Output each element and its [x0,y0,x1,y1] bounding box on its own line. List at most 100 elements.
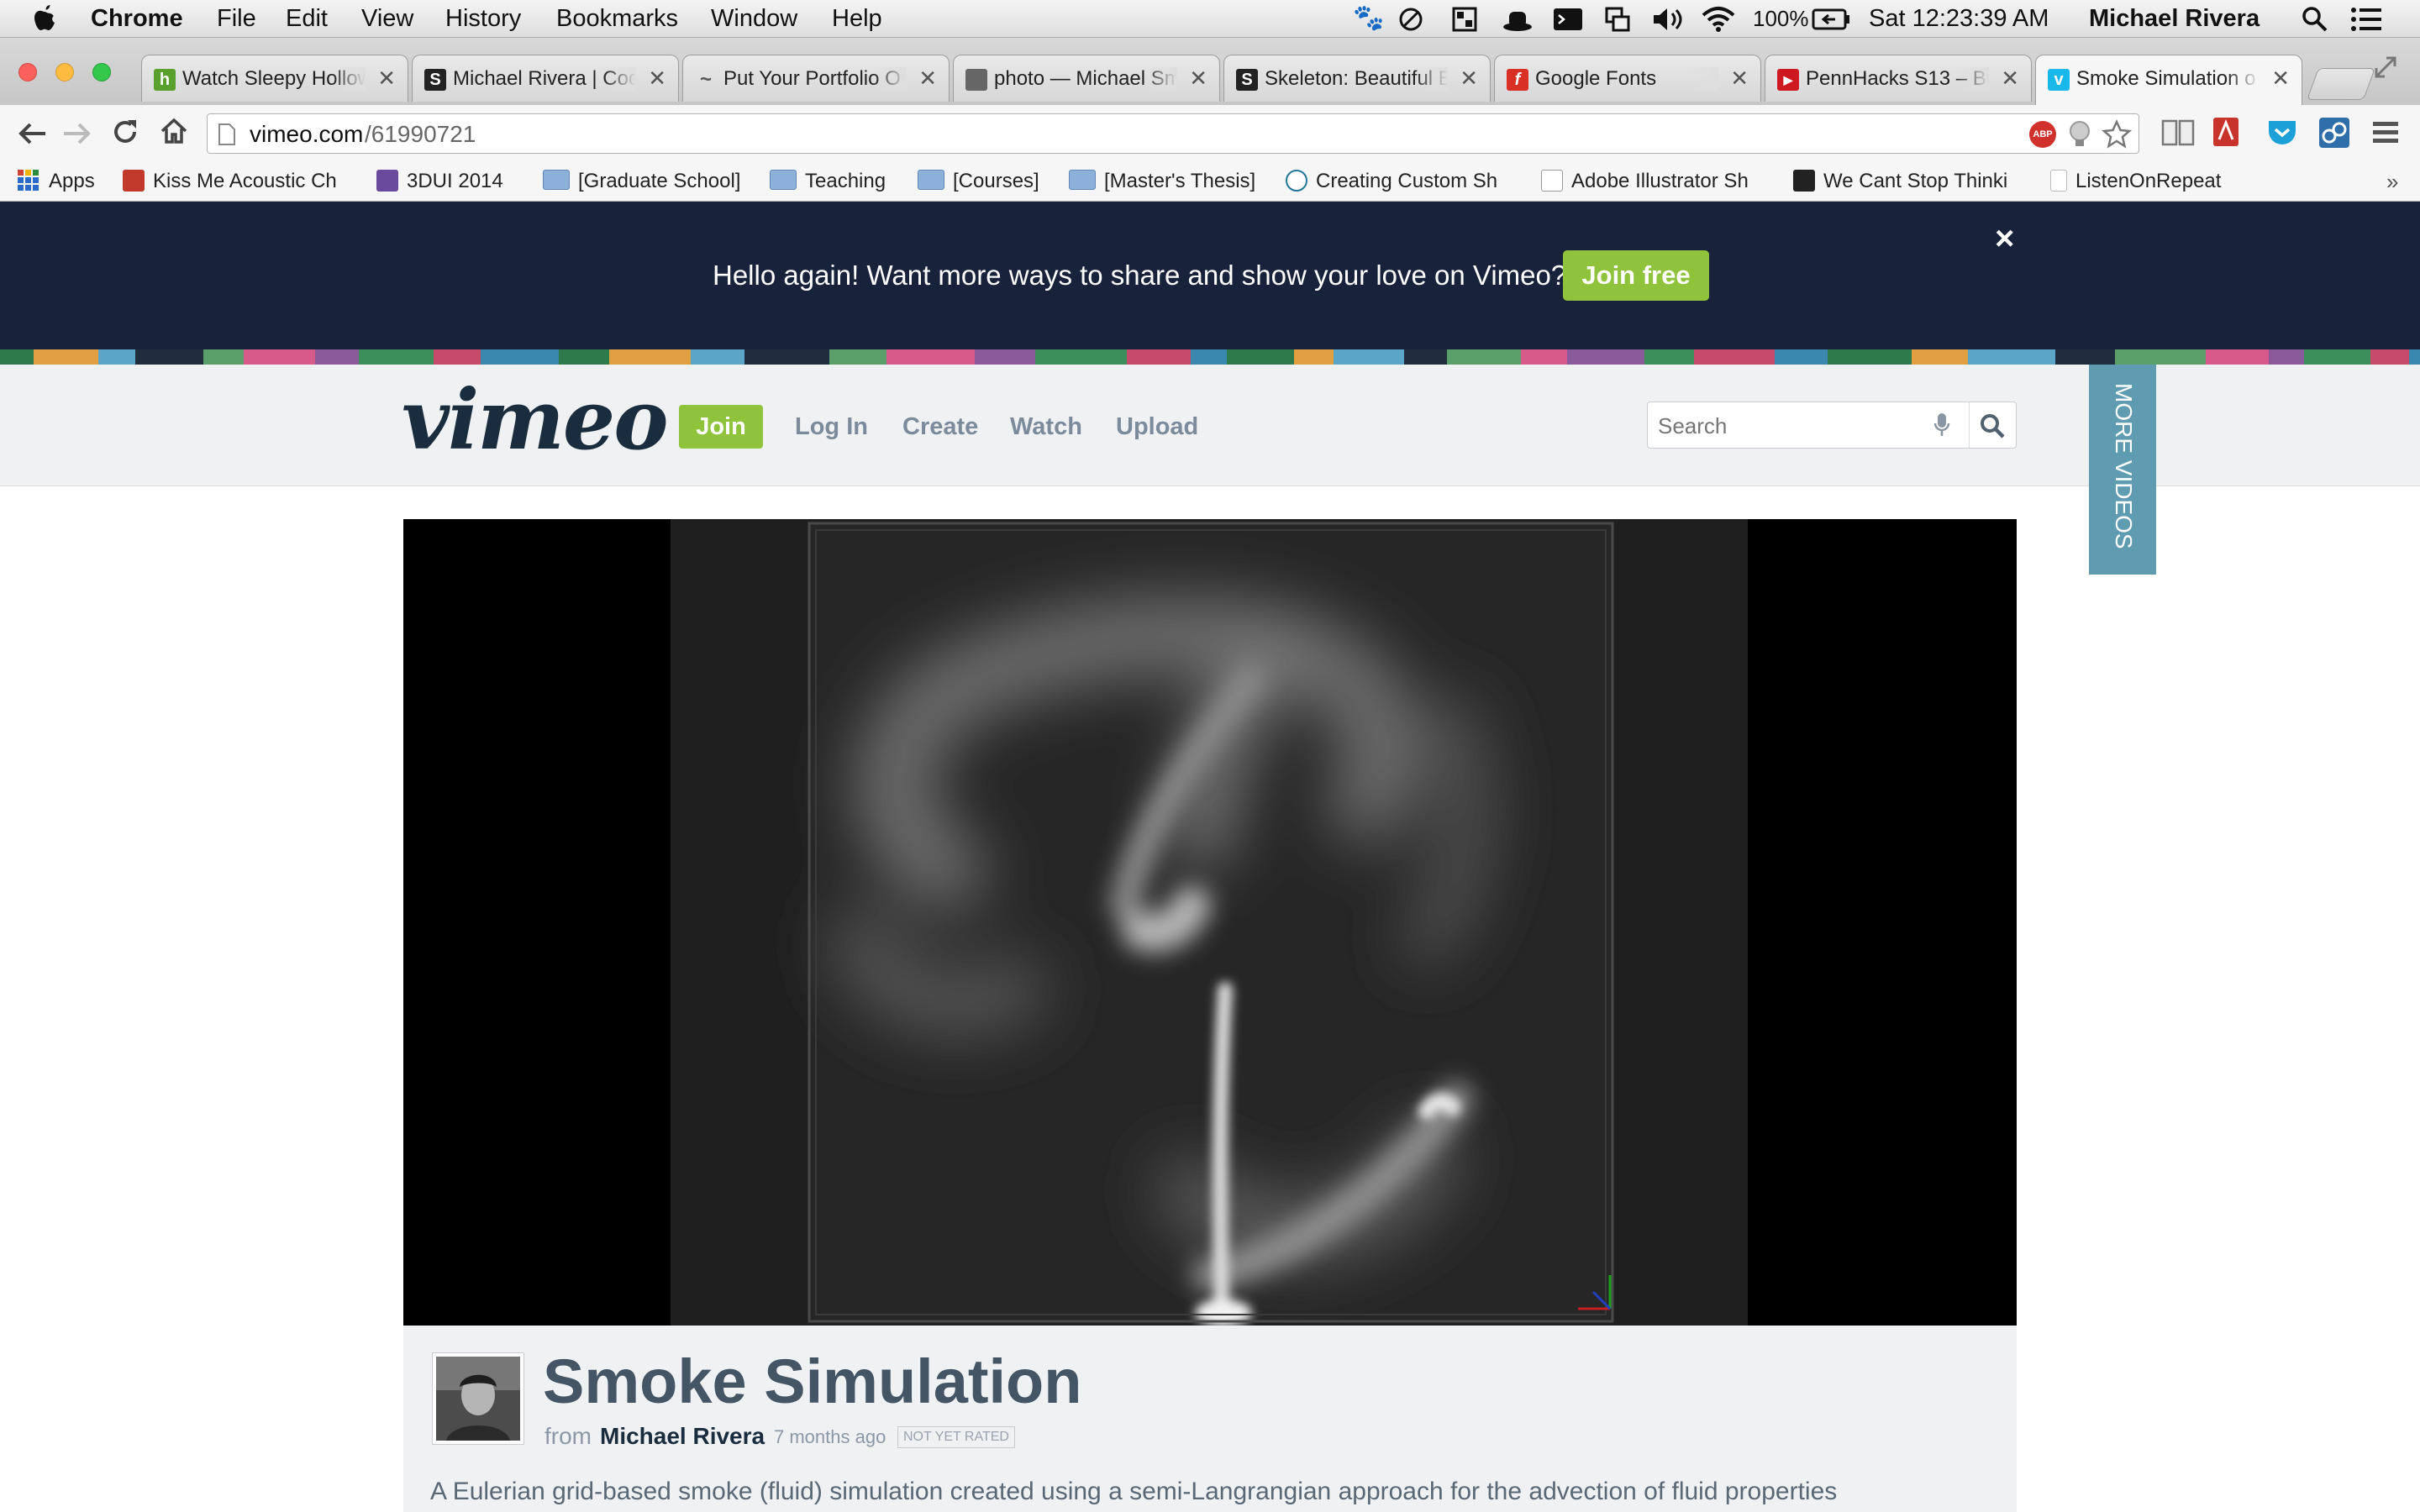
back-icon[interactable] [17,120,47,147]
screens-icon[interactable] [1605,7,1630,32]
stripe-segment [315,349,359,365]
grid-app-icon[interactable] [1452,7,1477,32]
sync-icon[interactable] [1398,7,1423,32]
fullscreen-icon[interactable] [2373,55,2398,80]
bookmark-label: Teaching [805,170,886,192]
menu-file[interactable]: File [217,3,256,34]
stripe-segment [481,349,559,365]
folder-icon [1069,170,1096,190]
tab-michael-rivera-code[interactable]: S Michael Rivera | Cod ✕ [412,55,679,102]
tab-smoke-simulation[interactable]: v Smoke Simulation o ✕ [2035,55,2302,105]
stripe-segment [2370,349,2409,365]
reader-icon[interactable] [2161,118,2195,148]
search-input[interactable] [1656,409,1903,443]
stripe-segment [244,349,315,365]
tab-close-icon[interactable]: ✕ [1730,66,1749,90]
chrome-menu-icon[interactable] [2371,119,2400,146]
bookmark-apps[interactable]: Apps [17,167,95,196]
nav-watch[interactable]: Watch [1010,412,1082,442]
bookmark-star-icon[interactable] [2102,119,2132,150]
vimeo-logo[interactable]: vimeo [402,375,669,467]
nav-upload[interactable]: Upload [1116,412,1198,442]
acrobat-extension-icon[interactable] [2212,116,2242,150]
bookmark-label: Adobe Illustrator Sh [1571,170,1749,192]
more-videos-tab[interactable]: MORE VIDEOS [2089,365,2156,575]
microphone-icon[interactable] [1933,412,1950,438]
banner-close-icon[interactable]: × [1995,222,2014,255]
join-free-button[interactable]: Join free [1563,250,1709,301]
tab-close-icon[interactable]: ✕ [1189,66,1207,90]
apple-menu-icon[interactable] [32,3,57,34]
bookmark-folder-masters-thesis[interactable]: [Master's Thesis] [1069,167,1255,196]
hat-icon[interactable] [1502,7,1533,32]
tab-skeleton[interactable]: S Skeleton: Beautiful B ✕ [1223,55,1491,102]
menu-user-name[interactable]: Michael Rivera [2089,3,2260,34]
menu-app-name[interactable]: Chrome [91,3,183,34]
menu-clock[interactable]: Sat 12:23:39 AM [1869,3,2049,34]
nav-create[interactable]: Create [902,412,978,442]
paw-icon[interactable]: 🐾 [1353,3,1384,34]
stripe-segment [203,349,244,365]
reload-icon[interactable] [113,118,139,147]
bookmark-creating-custom[interactable]: Creating Custom Sh [1286,167,1518,196]
join-button[interactable]: Join [679,405,763,449]
stripe-segment [1334,349,1404,365]
stripe-segment [1521,349,1567,365]
home-icon[interactable] [160,117,188,145]
author-avatar[interactable] [432,1352,524,1445]
volume-icon[interactable] [1652,7,1686,32]
menu-help[interactable]: Help [832,3,882,34]
bookmark-adobe-illustrator[interactable]: Adobe Illustrator Sh [1541,167,1768,196]
stripe-segment [2269,349,2304,365]
adblock-icon[interactable]: ABP [2029,121,2056,148]
tab-close-icon[interactable]: ✕ [1460,66,1478,90]
stripe-segment [2055,349,2115,365]
google-fonts-favicon-icon: f [1507,69,1528,91]
menu-edit[interactable]: Edit [286,3,328,34]
bookmark-folder-teaching[interactable]: Teaching [770,167,886,196]
tab-close-icon[interactable]: ✕ [2271,66,2290,90]
address-bar[interactable]: vimeo.com /61990721 ABP [207,113,2139,154]
author-name-link[interactable]: Michael Rivera [600,1421,765,1452]
tab-photo-michael[interactable]: ▪ photo — Michael Sm ✕ [953,55,1220,102]
lightbulb-icon[interactable] [2066,119,2093,150]
wifi-icon[interactable] [1701,5,1736,32]
bookmark-folder-graduate-school[interactable]: [Graduate School] [543,167,740,196]
portfolio-favicon-icon: ~ [699,68,712,91]
tab-put-your-portfolio[interactable]: ~ Put Your Portfolio O ✕ [682,55,950,102]
video-player[interactable] [403,519,2017,1326]
menu-history[interactable]: History [445,3,521,34]
new-tab-button[interactable] [2307,68,2375,100]
guitar-icon [123,170,145,192]
terminal-icon[interactable] [1553,7,1583,32]
tab-close-icon[interactable]: ✕ [918,66,937,90]
bookmark-3dui-2014[interactable]: 3DUI 2014 [376,167,503,196]
menu-view[interactable]: View [361,3,413,34]
forward-icon[interactable] [62,120,92,147]
bookmark-folder-courses[interactable]: [Courses] [918,167,1039,196]
window-minimize-icon[interactable] [55,63,74,81]
window-zoom-icon[interactable] [92,63,111,81]
tab-pennhacks[interactable]: ▶ PennHacks S13 – Bre ✕ [1765,55,2032,102]
stripe-segment [1775,349,1828,365]
upload-age: 7 months ago [774,1426,886,1447]
tab-close-icon[interactable]: ✕ [2001,66,2019,90]
tab-close-icon[interactable]: ✕ [648,66,666,90]
menu-bookmarks[interactable]: Bookmarks [556,3,678,34]
notification-center-icon[interactable] [2349,5,2383,34]
bookmark-kiss-me-acoustic[interactable]: Kiss Me Acoustic Ch [123,167,351,196]
linkclump-extension-icon[interactable] [2317,116,2351,150]
battery-icon[interactable] [1812,8,1850,30]
bookmark-listenonrepeat[interactable]: ListenOnRepeat [2050,167,2221,196]
tab-google-fonts[interactable]: f Google Fonts ✕ [1494,55,1761,102]
bookmark-we-cant-stop[interactable]: We Cant Stop Thinki [1793,167,2022,196]
bookmarks-overflow-icon[interactable]: » [2386,167,2398,196]
pocket-extension-icon[interactable] [2265,118,2299,148]
tab-close-icon[interactable]: ✕ [377,66,396,90]
menu-window[interactable]: Window [711,3,797,34]
spotlight-search-icon[interactable] [2301,5,2329,34]
search-icon[interactable] [1979,412,2006,439]
window-close-icon[interactable] [18,63,37,81]
nav-log-in[interactable]: Log In [795,412,868,442]
tab-watch-sleepy-hollow[interactable]: h Watch Sleepy Hollow ✕ [141,55,408,102]
